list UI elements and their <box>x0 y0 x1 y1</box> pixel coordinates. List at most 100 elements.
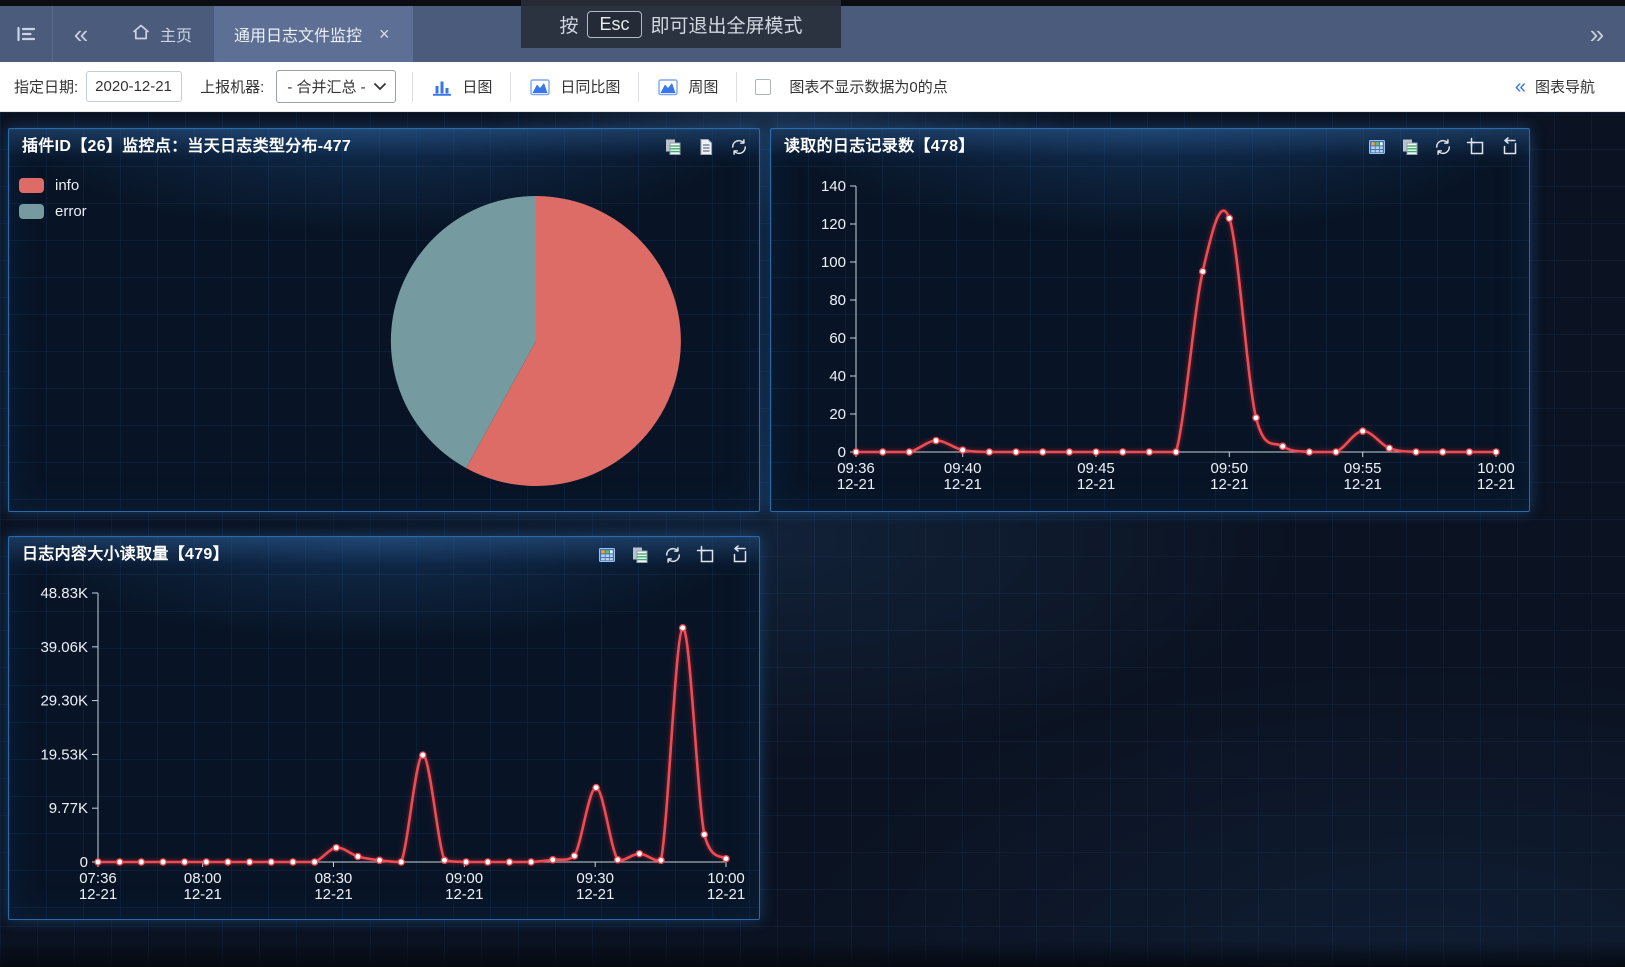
svg-text:80: 80 <box>829 292 846 309</box>
day-compare-chart-button[interactable]: 日同比图 <box>527 72 622 101</box>
week-chart-button[interactable]: 周图 <box>655 72 720 101</box>
week-chart-label: 周图 <box>688 76 718 97</box>
document-icon[interactable] <box>696 137 716 157</box>
refresh-icon[interactable] <box>1433 137 1453 157</box>
legend-label: info <box>55 177 79 194</box>
chart-navigation-toggle[interactable]: « 图表导航 <box>1515 76 1611 97</box>
table-copy-icon[interactable] <box>663 137 683 157</box>
active-tab-label: 通用日志文件监控 <box>234 22 362 46</box>
line-chart-479[interactable]: 09.77K19.53K29.30K39.06K48.83K07:3612-21… <box>9 573 761 921</box>
scroll-tabs-right-icon[interactable]: » <box>1569 6 1625 62</box>
panel-title: 插件ID【26】监控点：当天日志类型分布-477 <box>9 129 759 165</box>
tab-home[interactable]: 主页 <box>109 6 214 62</box>
panel-log-size: 日志内容大小读取量【479】 <box>8 536 760 920</box>
svg-text:08:30: 08:30 <box>315 870 353 887</box>
svg-text:09:45: 09:45 <box>1077 460 1115 477</box>
table-copy-icon[interactable] <box>630 545 650 565</box>
data-view-icon[interactable] <box>1367 137 1387 157</box>
scroll-tabs-left-icon[interactable]: « <box>53 6 109 62</box>
svg-text:29.30K: 29.30K <box>40 693 88 710</box>
menu-fold-icon[interactable] <box>0 6 52 62</box>
svg-text:09:50: 09:50 <box>1211 460 1249 477</box>
panel-log-record-count: 读取的日志记录数【478】 <box>770 128 1530 512</box>
svg-text:12-21: 12-21 <box>944 476 982 493</box>
line-chart-area: 09.77K19.53K29.30K39.06K48.83K07:3612-21… <box>9 573 759 921</box>
date-input[interactable] <box>86 71 182 102</box>
svg-text:12-21: 12-21 <box>1477 476 1515 493</box>
svg-text:09:00: 09:00 <box>446 870 484 887</box>
svg-text:20: 20 <box>829 406 846 423</box>
zoom-area-icon[interactable] <box>1466 137 1486 157</box>
svg-text:120: 120 <box>821 216 846 233</box>
toolbar-separator <box>510 72 511 102</box>
svg-text:39.06K: 39.06K <box>40 639 88 656</box>
line-chart-area: 02040608010012014009:3612-2109:4012-2109… <box>771 165 1529 513</box>
svg-text:60: 60 <box>829 330 846 347</box>
pie-chart-area: info error <box>9 165 759 513</box>
svg-text:12-21: 12-21 <box>837 476 875 493</box>
refresh-icon[interactable] <box>663 545 683 565</box>
svg-text:10:00: 10:00 <box>1477 460 1515 477</box>
legend-item-error[interactable]: error <box>19 203 87 220</box>
dashboard-content: 插件ID【26】监控点：当天日志类型分布-477 <box>0 112 1625 967</box>
machine-select[interactable]: - 合并汇总 - <box>276 70 396 103</box>
svg-text:0: 0 <box>838 444 846 461</box>
double-chevron-left-icon: « <box>1515 77 1526 97</box>
home-tab-label: 主页 <box>160 22 192 46</box>
svg-text:10:00: 10:00 <box>707 870 745 887</box>
panel-tools <box>663 137 749 157</box>
pie-chart[interactable] <box>9 165 761 513</box>
svg-text:12-21: 12-21 <box>1344 476 1382 493</box>
svg-text:07:36: 07:36 <box>79 870 117 887</box>
line-chart-478[interactable]: 02040608010012014009:3612-2109:4012-2109… <box>771 165 1531 513</box>
panel-header: 日志内容大小读取量【479】 <box>9 537 759 573</box>
date-label: 指定日期: <box>14 76 78 97</box>
bar-chart-icon <box>431 77 453 97</box>
toolbar-separator <box>638 72 639 102</box>
legend-swatch <box>19 204 44 219</box>
hide-zero-points-option: 图表不显示数据为0的点 <box>753 72 949 101</box>
toolbar-separator <box>736 72 737 102</box>
hide-zero-points-label: 图表不显示数据为0的点 <box>789 76 947 97</box>
svg-text:09:55: 09:55 <box>1344 460 1382 477</box>
refresh-icon[interactable] <box>729 137 749 157</box>
day-chart-button[interactable]: 日图 <box>429 72 494 101</box>
close-icon[interactable]: × <box>376 23 393 45</box>
hide-zero-points-checkbox[interactable] <box>755 79 771 95</box>
legend-item-info[interactable]: info <box>19 177 87 194</box>
svg-text:140: 140 <box>821 178 846 195</box>
svg-text:9.77K: 9.77K <box>49 800 88 817</box>
home-icon <box>131 22 151 47</box>
area-chart-icon <box>529 77 551 97</box>
panel-header: 读取的日志记录数【478】 <box>771 129 1529 165</box>
svg-text:12-21: 12-21 <box>184 886 222 903</box>
zoom-reset-icon[interactable] <box>1499 137 1519 157</box>
svg-text:48.83K: 48.83K <box>40 585 88 602</box>
pie-legend: info error <box>19 177 87 229</box>
svg-text:40: 40 <box>829 368 846 385</box>
chart-navigation-label: 图表导航 <box>1535 76 1595 97</box>
table-copy-icon[interactable] <box>1400 137 1420 157</box>
chevron-down-icon <box>373 82 387 91</box>
legend-label: error <box>55 203 87 220</box>
svg-text:09:40: 09:40 <box>944 460 982 477</box>
svg-text:0: 0 <box>80 854 88 871</box>
day-chart-label: 日图 <box>462 76 492 97</box>
svg-text:12-21: 12-21 <box>1077 476 1115 493</box>
area-chart-icon <box>657 77 679 97</box>
svg-text:12-21: 12-21 <box>576 886 614 903</box>
panel-tools <box>1367 137 1519 157</box>
svg-text:12-21: 12-21 <box>79 886 117 903</box>
app-screen: « 主页 通用日志文件监控 × » 按 Esc 即可退出全屏模式 指定日期: 上… <box>0 0 1625 967</box>
hint-suffix: 即可退出全屏模式 <box>651 11 803 38</box>
zoom-reset-icon[interactable] <box>729 545 749 565</box>
svg-text:12-21: 12-21 <box>1210 476 1248 493</box>
data-view-icon[interactable] <box>597 545 617 565</box>
toolbar-separator <box>412 72 413 102</box>
esc-key-badge: Esc <box>587 11 641 38</box>
zoom-area-icon[interactable] <box>696 545 716 565</box>
tab-log-monitor[interactable]: 通用日志文件监控 × <box>214 6 413 62</box>
machine-label: 上报机器: <box>200 76 264 97</box>
svg-text:09:30: 09:30 <box>576 870 614 887</box>
svg-text:08:00: 08:00 <box>184 870 222 887</box>
